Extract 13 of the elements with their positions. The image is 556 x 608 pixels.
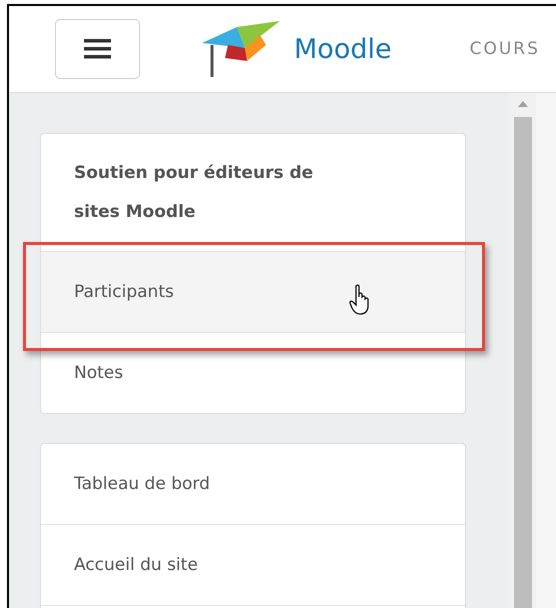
brand-name[interactable]: Moodle [294,34,392,64]
section-heading: Soutien pour éditeurs de sites Moodle [74,162,314,224]
nav-item[interactable]: Notes [74,363,124,383]
nav-item[interactable]: Accueil du site [74,555,198,575]
graduation-cap-icon [202,19,280,79]
hovered-row[interactable]: Participants [41,252,465,332]
nav-link[interactable]: COURS [470,39,540,59]
nav-item[interactable]: Participants [74,282,174,302]
menu-button[interactable] [55,19,140,79]
menu-icon [84,38,111,60]
nav-item[interactable]: Tableau de bord [74,474,210,494]
hand-cursor-icon [349,284,371,316]
scrollbar[interactable] [510,93,536,608]
